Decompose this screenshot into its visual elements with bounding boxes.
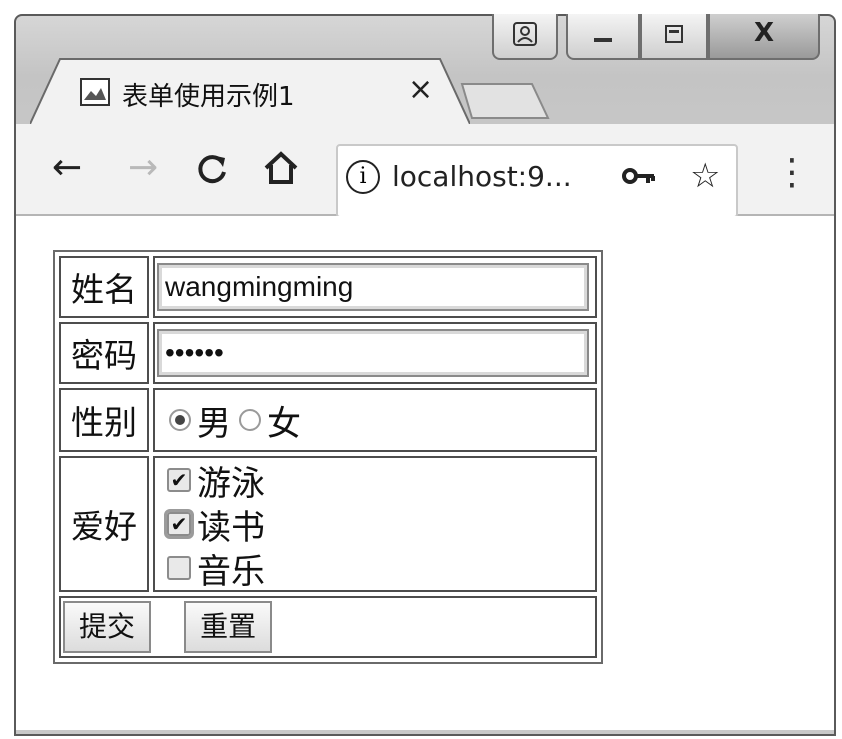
url-text[interactable]: localhost:9... bbox=[392, 160, 572, 193]
name-cell bbox=[153, 256, 597, 318]
user-profile-button[interactable] bbox=[492, 14, 558, 60]
maximize-button[interactable] bbox=[640, 14, 708, 60]
gender-male-label: 男 bbox=[197, 403, 231, 444]
form-table: 姓名 密码 性别 男 女 爱好 ✔ 游泳 ✔ bbox=[53, 250, 603, 664]
hobby-reading-label: 读书 bbox=[197, 507, 265, 548]
hobby-label: 爱好 bbox=[59, 456, 149, 592]
reset-button[interactable]: 重置 bbox=[184, 601, 273, 653]
password-input[interactable] bbox=[157, 329, 589, 377]
submit-button[interactable]: 提交 bbox=[63, 601, 152, 653]
home-icon[interactable] bbox=[262, 150, 300, 193]
password-label: 密码 bbox=[59, 322, 149, 384]
buttons-row: 提交 重置 bbox=[59, 596, 597, 658]
reload-icon[interactable] bbox=[194, 150, 230, 193]
page-favicon-icon bbox=[80, 78, 110, 106]
minimize-button[interactable] bbox=[566, 14, 640, 60]
minimize-icon bbox=[568, 20, 638, 52]
gender-male-radio[interactable] bbox=[169, 409, 191, 431]
gender-female-label: 女 bbox=[267, 403, 301, 444]
hobby-music-label: 音乐 bbox=[197, 551, 265, 592]
name-label: 姓名 bbox=[59, 256, 149, 318]
hobby-reading-checkbox[interactable]: ✔ bbox=[164, 509, 194, 539]
name-row: 姓名 bbox=[59, 256, 597, 318]
password-row: 密码 bbox=[59, 322, 597, 384]
tab-title: 表单使用示例1 bbox=[122, 82, 295, 112]
hobby-swimming-label: 游泳 bbox=[197, 463, 265, 504]
new-tab-button[interactable] bbox=[460, 80, 550, 120]
maximize-icon bbox=[642, 20, 706, 52]
bookmark-star-icon[interactable]: ☆ bbox=[690, 156, 720, 196]
forward-arrow-icon[interactable]: → bbox=[128, 150, 158, 186]
hobby-cell: ✔ 游泳 ✔ 读书 音乐 bbox=[153, 456, 597, 592]
key-icon[interactable] bbox=[622, 160, 656, 193]
gender-row: 性别 男 女 bbox=[59, 388, 597, 452]
gender-cell: 男 女 bbox=[153, 388, 597, 452]
back-arrow-icon[interactable]: ← bbox=[52, 150, 82, 186]
close-icon: X bbox=[753, 18, 775, 48]
info-icon[interactable]: i bbox=[346, 160, 380, 194]
name-input[interactable] bbox=[157, 263, 589, 311]
hobby-swimming-checkbox[interactable]: ✔ bbox=[167, 468, 191, 492]
hobby-row: 爱好 ✔ 游泳 ✔ 读书 音乐 bbox=[59, 456, 597, 592]
hobby-music-checkbox[interactable] bbox=[167, 556, 191, 580]
tab-close-icon[interactable]: × bbox=[408, 72, 433, 107]
close-window-button[interactable]: X bbox=[708, 14, 820, 60]
password-cell bbox=[153, 322, 597, 384]
gender-female-radio[interactable] bbox=[239, 409, 261, 431]
user-icon bbox=[494, 20, 556, 52]
buttons-cell: 提交 重置 bbox=[59, 596, 597, 658]
menu-icon[interactable]: ⋮ bbox=[774, 152, 810, 193]
gender-label: 性别 bbox=[59, 388, 149, 452]
